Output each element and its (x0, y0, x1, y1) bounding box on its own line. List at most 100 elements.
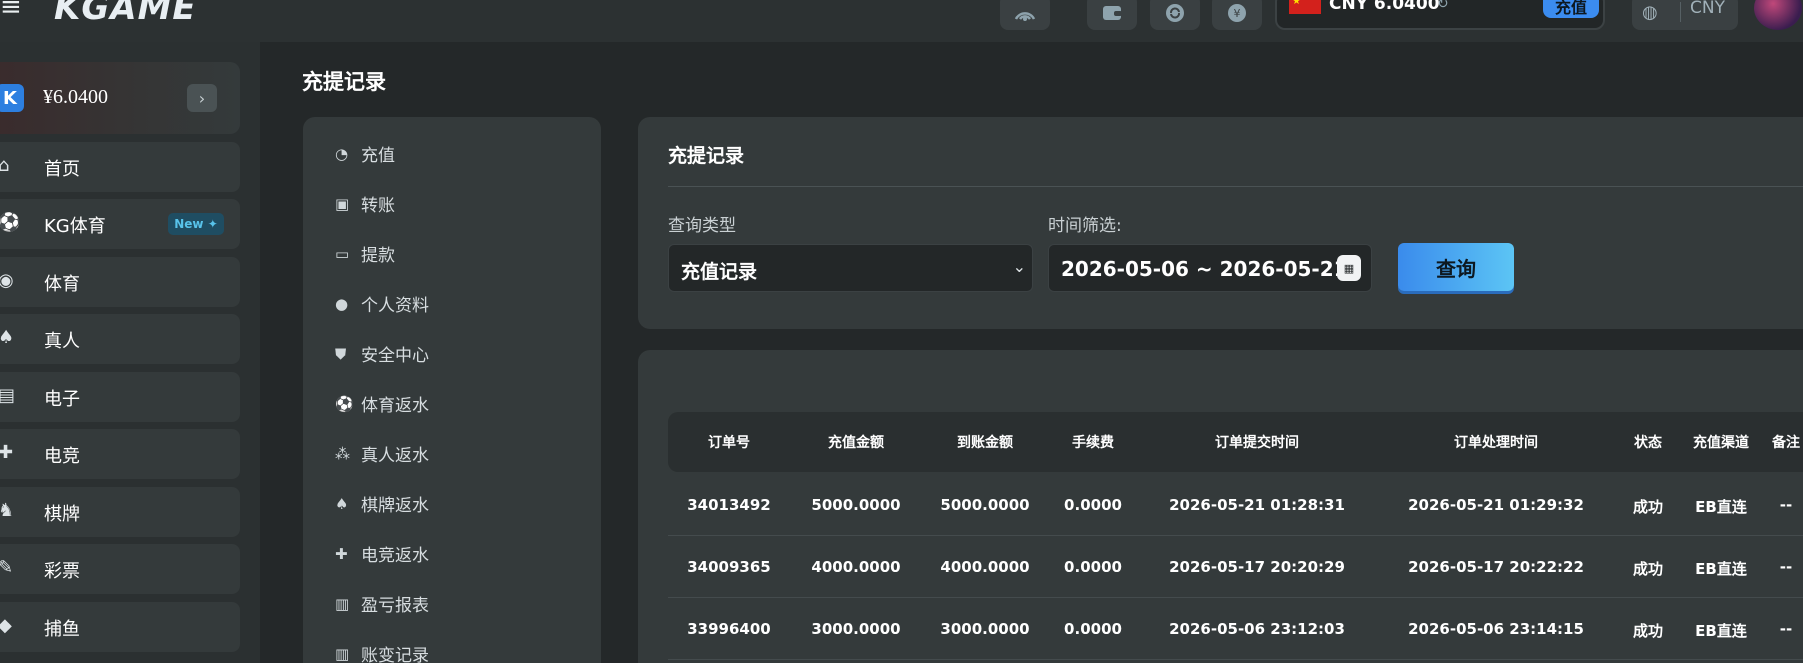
submenu-item-withdraw[interactable]: ▭ 提款 (335, 241, 395, 267)
table-row: 34009365 4000.0000 4000.0000 0.0000 2026… (668, 536, 1803, 598)
yen-coin-icon[interactable]: ¥ (1212, 0, 1262, 30)
soccer-ball-icon: ⚽ (0, 212, 21, 233)
divider (668, 186, 1803, 187)
sidebar-item-label: 首页 (44, 159, 80, 180)
order-number: 33996400 (687, 620, 771, 638)
submenu-item-label: 提款 (361, 246, 395, 266)
column-header: 备注 (1772, 435, 1800, 451)
chevron-right-icon[interactable]: › (187, 84, 217, 112)
submenu-item-label: 转账 (361, 196, 395, 216)
header-balance: CNY 6.0400 (1329, 0, 1440, 14)
submenu-item-chess-rebate[interactable]: ♠ 棋牌返水 (335, 491, 429, 517)
submenu-item-profit-report[interactable]: ▥ 盈亏报表 (335, 591, 429, 617)
fee: 0.0000 (1064, 620, 1122, 638)
column-header: 手续费 (1072, 435, 1114, 451)
status: 成功 (1632, 560, 1664, 578)
channel: EB直连 (1695, 622, 1747, 640)
avatar[interactable] (1754, 0, 1802, 30)
filter-title: 充提记录 (668, 145, 745, 167)
sidebar-item-slots[interactable]: ▤ 电子 (0, 372, 240, 422)
language-currency-selector[interactable]: ◍ CNY (1632, 0, 1738, 30)
query-type-label: 查询类型 (668, 216, 736, 236)
table-row: 33996400 3000.0000 3000.0000 0.0000 2026… (668, 598, 1803, 660)
process-time: 2026-05-21 01:29:32 (1408, 496, 1584, 514)
gamepad-icon: ✚ (335, 544, 348, 563)
sidebar-item-label: 体育 (44, 274, 80, 295)
column-header: 到账金额 (957, 435, 1013, 451)
recharge-button[interactable]: 充值 (1543, 0, 1599, 18)
submit-time: 2026-05-21 01:28:31 (1169, 496, 1345, 514)
query-button[interactable]: 查询 (1398, 243, 1514, 291)
signal-icon[interactable] (1000, 0, 1050, 30)
sidebar-item-fishing[interactable]: ◆ 捕鱼 (0, 602, 240, 652)
sidebar-item-label: 捕鱼 (44, 619, 80, 640)
sidebar-item-label: 棋牌 (44, 504, 80, 525)
chess-icon: ♞ (0, 500, 15, 521)
column-header: 订单处理时间 (1454, 435, 1538, 451)
calendar-icon[interactable]: ▦ (1337, 255, 1361, 281)
menu-icon[interactable]: ≡ (0, 0, 22, 22)
cards-icon: ♠ (335, 494, 349, 513)
sidebar-item-label: 电竞 (44, 446, 80, 467)
time-filter-label: 时间筛选: (1048, 216, 1122, 236)
divider (1680, 2, 1681, 22)
table-row: 34013492 5000.0000 5000.0000 0.0000 2026… (668, 474, 1803, 536)
date-range-picker[interactable]: 2026-05-06 ~ 2026-05-21 ▦ (1048, 244, 1372, 292)
remark: -- (1779, 620, 1793, 638)
sidebar-item-label: KG体育 (44, 216, 106, 237)
sidebar-item-kg-sports[interactable]: ⚽ KG体育 New ✦ (0, 199, 240, 249)
submenu-item-live-rebate[interactable]: ⁂ 真人返水 (335, 441, 429, 467)
status: 成功 (1632, 622, 1664, 640)
column-header: 状态 (1634, 435, 1662, 451)
china-flag-icon (1289, 0, 1321, 14)
ledger-icon: ▥ (335, 644, 350, 663)
brand-logo[interactable]: KGAME (54, 0, 197, 28)
submenu-item-profile[interactable]: ● 个人资料 (335, 291, 429, 317)
sidebar-item-label: 彩票 (44, 561, 80, 582)
query-type-select[interactable]: 充值记录 ⌄ (668, 244, 1033, 292)
column-header: 订单号 (708, 435, 750, 451)
query-type-value: 充值记录 (681, 261, 758, 283)
submenu-item-sports-rebate[interactable]: ⚽ 体育返水 (335, 391, 429, 417)
submenu-item-label: 个人资料 (361, 296, 429, 316)
submenu-item-label: 真人返水 (361, 446, 429, 466)
sidebar-item-sports[interactable]: ◉ 体育 (0, 257, 240, 307)
slot-machine-icon: ▤ (0, 385, 16, 406)
sidebar-item-chess[interactable]: ♞ 棋牌 (0, 487, 240, 537)
recharge-amount: 4000.0000 (811, 558, 901, 576)
top-bar: ≡ KGAME ¥ CNY 6.0400 ↻ 充值 ◍ CNY (0, 0, 1803, 42)
table-header: 订单号 充值金额 到账金额 手续费 订单提交时间 订单处理时间 状态 充值渠道 … (668, 412, 1803, 472)
refresh-icon[interactable] (1150, 0, 1200, 30)
sidebar-item-live[interactable]: ♠ 真人 (0, 314, 240, 364)
submenu-item-transfer[interactable]: ▣ 转账 (335, 191, 395, 217)
account-submenu: ◔ 充值 ▣ 转账 ▭ 提款 ● 个人资料 ⛊ 安全中心 ⚽ 体育返水 ⁂ 真人返水 ♠ 棋牌返… (303, 117, 601, 663)
sidebar-item-esports[interactable]: ✚ 电竞 (0, 429, 240, 479)
wallet-amount: ¥6.0400 (43, 86, 108, 108)
sidebar-item-home[interactable]: ⌂ 首页 (0, 142, 240, 192)
submenu-item-esports-rebate[interactable]: ✚ 电竞返水 (335, 541, 429, 567)
submit-time: 2026-05-17 20:20:29 (1169, 558, 1345, 576)
remark: -- (1779, 496, 1793, 514)
sidebar-item-lottery[interactable]: ✎ 彩票 (0, 544, 240, 594)
channel: EB直连 (1695, 560, 1747, 578)
submenu-item-label: 安全中心 (361, 346, 429, 366)
submenu-item-label: 盈亏报表 (361, 596, 429, 616)
chips-icon: ⁂ (335, 444, 350, 463)
submenu-item-recharge[interactable]: ◔ 充值 (335, 141, 395, 167)
lottery-icon: ✎ (0, 557, 14, 578)
refresh-balance-icon[interactable]: ↻ (1437, 0, 1449, 12)
sidebar-item-label: 真人 (44, 331, 80, 352)
wallet-card[interactable]: K ¥6.0400 › (0, 62, 240, 134)
chevron-down-icon: ⌄ (1012, 257, 1026, 276)
submenu-item-label: 棋牌返水 (361, 496, 429, 516)
piggy-bank-icon: ◔ (335, 144, 349, 163)
currency-balance-pill: CNY 6.0400 ↻ 充值 (1275, 0, 1605, 30)
process-time: 2026-05-06 23:14:15 (1408, 620, 1584, 638)
records-table: 订单号 充值金额 到账金额 手续费 订单提交时间 订单处理时间 状态 充值渠道 … (638, 350, 1803, 663)
globe-icon: ◍ (1642, 2, 1658, 23)
shield-icon: ⛊ (335, 344, 347, 363)
fee: 0.0000 (1064, 496, 1122, 514)
submenu-item-ledger[interactable]: ▥ 账变记录 (335, 641, 429, 663)
wallet-icon[interactable] (1087, 0, 1137, 30)
submenu-item-security[interactable]: ⛊ 安全中心 (335, 341, 429, 367)
